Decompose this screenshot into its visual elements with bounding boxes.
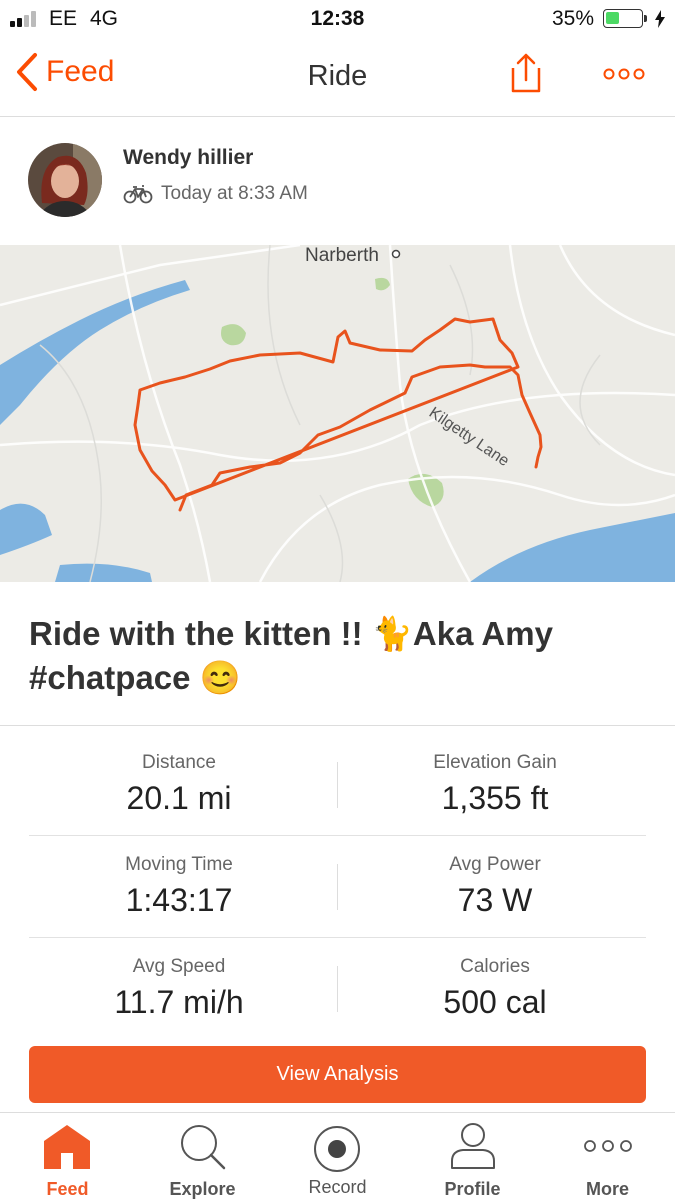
more-icon[interactable] <box>602 67 646 81</box>
battery-icon <box>603 9 647 28</box>
row-divider <box>29 937 646 938</box>
map-place-label: Narberth <box>305 245 379 266</box>
stat-value: 1,355 ft <box>441 780 549 816</box>
bike-icon <box>123 185 153 204</box>
tab-label: Profile <box>444 1179 501 1199</box>
share-icon[interactable] <box>510 52 542 94</box>
tab-bar: Feed Explore Record Profile More <box>0 1112 675 1201</box>
charging-icon <box>655 10 665 28</box>
stat-value: 73 W <box>457 882 533 918</box>
status-bar: EE 4G 12:38 35% <box>0 0 675 38</box>
stat-label: Avg Speed <box>132 956 226 977</box>
activity-time: Today at 8:33 AM <box>161 183 308 204</box>
home-icon <box>44 1125 90 1169</box>
divider <box>0 725 675 726</box>
activity-meta: Today at 8:33 AM <box>123 183 308 205</box>
route-map[interactable]: Narberth Kilgetty Lane <box>0 245 675 582</box>
tab-feed[interactable]: Feed <box>0 1113 135 1201</box>
nav-bar: Feed Ride <box>0 38 675 117</box>
tab-record[interactable]: Record <box>270 1113 405 1201</box>
athlete-name[interactable]: Wendy hillier <box>123 146 253 170</box>
tab-label: Explore <box>169 1179 236 1199</box>
stat-label: Distance <box>142 752 216 773</box>
profile-icon <box>451 1123 495 1169</box>
stat-distance: Distance 20.1 mi <box>19 752 339 817</box>
tab-profile[interactable]: Profile <box>405 1113 540 1201</box>
tab-more[interactable]: More <box>540 1113 675 1201</box>
stat-value: 500 cal <box>443 984 547 1020</box>
stat-value: 20.1 mi <box>126 780 232 816</box>
tab-label: Record <box>308 1177 367 1197</box>
stat-calories: Calories 500 cal <box>335 956 655 1021</box>
battery-percent: 35% <box>552 7 595 30</box>
more-icon <box>584 1140 632 1152</box>
stat-label: Moving Time <box>125 854 233 875</box>
tab-explore[interactable]: Explore <box>135 1113 270 1201</box>
record-icon <box>314 1126 360 1172</box>
tab-label: Feed <box>46 1179 89 1199</box>
stat-moving-time: Moving Time 1:43:17 <box>19 854 339 919</box>
stat-value: 11.7 mi/h <box>114 984 244 1020</box>
avatar[interactable] <box>28 143 102 217</box>
page-title: Ride <box>307 60 368 92</box>
stat-elevation-gain: Elevation Gain 1,355 ft <box>335 752 655 817</box>
search-icon <box>181 1125 226 1170</box>
activity-title: Ride with the kitten !! 🐈Aka Amy #chatpa… <box>29 615 553 696</box>
stat-avg-speed: Avg Speed 11.7 mi/h <box>19 956 339 1021</box>
stat-label: Calories <box>460 956 530 977</box>
view-analysis-button[interactable]: View Analysis <box>29 1046 646 1103</box>
stat-label: Elevation Gain <box>433 752 557 773</box>
row-divider <box>29 835 646 836</box>
stat-avg-power: Avg Power 73 W <box>335 854 655 919</box>
stat-value: 1:43:17 <box>125 882 233 918</box>
tab-label: More <box>585 1179 629 1199</box>
stat-label: Avg Power <box>449 854 541 875</box>
